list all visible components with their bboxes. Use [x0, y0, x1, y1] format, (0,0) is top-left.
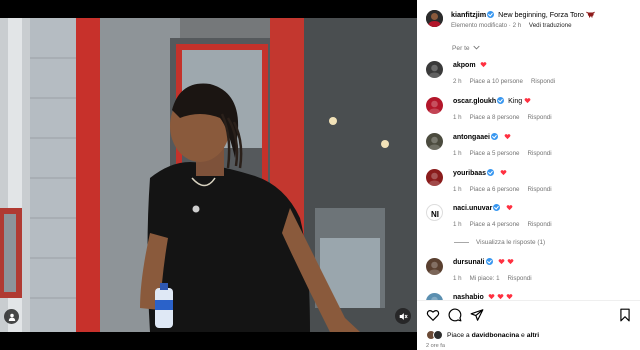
author-avatar[interactable]	[426, 10, 443, 27]
comment-username[interactable]: dursunali	[453, 259, 485, 266]
view-replies-label: Visualizza le risposte (1)	[476, 239, 546, 246]
comment-time: 1 h	[453, 150, 462, 157]
share-icon[interactable]	[470, 308, 484, 322]
commenter-avatar[interactable]	[426, 169, 443, 186]
see-translation-link[interactable]: Vedi traduzione	[529, 22, 572, 29]
commenter-avatar[interactable]: NI	[426, 204, 443, 221]
view-replies-button[interactable]: Visualizza le risposte (1)	[454, 239, 545, 246]
author-username[interactable]: kianfitzjim	[451, 10, 486, 19]
svg-text:NI: NI	[431, 210, 439, 219]
heart-emoji-icon	[500, 169, 507, 180]
likes-summary: Piace a davidbonacina e altri	[426, 330, 539, 340]
heart-emoji-icon	[480, 61, 487, 72]
heart-emoji-icon	[504, 133, 511, 144]
caption-text: New beginning, Forza Toro	[498, 10, 584, 19]
liked-others[interactable]: altri	[527, 332, 539, 339]
comment-sort-dropdown[interactable]: Per te	[452, 45, 481, 52]
bull-emoji-icon	[586, 11, 595, 18]
comment-item: youribaas 1 h Piace a 6 persone Rispondi	[426, 169, 560, 195]
verified-icon	[487, 11, 495, 18]
verified-icon	[497, 97, 505, 104]
bookmark-icon[interactable]	[618, 308, 632, 322]
photo-illustration	[0, 18, 417, 332]
comment-item: oscar.gloukh King 1 h Piace a 8 persone Ris…	[426, 97, 560, 123]
heart-emoji-icon	[506, 204, 513, 215]
heart-icon[interactable]	[426, 308, 440, 322]
comment-username[interactable]: oscar.gloukh	[453, 98, 496, 105]
comment-username[interactable]: naci.unuvar	[453, 205, 492, 212]
post-photo[interactable]	[0, 18, 417, 332]
comment-time: 1 h	[453, 186, 462, 193]
verified-icon	[485, 258, 493, 265]
edited-label: Elemento modificato	[451, 22, 508, 29]
heart-emoji-icon	[524, 97, 531, 108]
comment-time: 1 h	[453, 275, 462, 282]
verified-icon	[493, 204, 501, 211]
comment-username[interactable]: youribaas	[453, 170, 486, 177]
comment-item: antongaaei 1 h Piace a 5 persone Rispondi	[426, 133, 560, 159]
reply-button[interactable]: Rispondi	[528, 186, 552, 193]
comment-username[interactable]: akpom	[453, 62, 476, 69]
verified-icon	[490, 133, 498, 140]
comment-username[interactable]: antongaaei	[453, 134, 490, 141]
comment-item: akpom 2 h Piace a 10 persone Rispondi	[426, 61, 563, 87]
comment-likes[interactable]: Piace a 6 persone	[470, 186, 520, 193]
user-tag-icon[interactable]	[4, 309, 19, 324]
comment-likes[interactable]: Piace a 4 persone	[470, 221, 520, 228]
mute-icon[interactable]	[395, 308, 411, 324]
sort-label: Per te	[452, 45, 470, 52]
reply-button[interactable]: Rispondi	[528, 114, 552, 121]
post-time: 2 h	[512, 22, 522, 29]
comment-likes[interactable]: Mi piace: 1	[470, 275, 500, 282]
commenter-avatar[interactable]	[426, 258, 443, 275]
comment-item: NI naci.unuvar 1 h Piace a 4 persone Rispon…	[426, 204, 560, 230]
action-bar: Piace a davidbonacina e altri 2 ore fa	[417, 300, 640, 350]
reply-button[interactable]: Rispondi	[528, 150, 552, 157]
commenter-avatar[interactable]	[426, 97, 443, 114]
comment-icon[interactable]	[448, 308, 462, 322]
commenter-avatar[interactable]	[426, 61, 443, 78]
comment-likes[interactable]: Piace a 8 persone	[470, 114, 520, 121]
post-age: 2 ore fa	[426, 343, 445, 349]
comment-text: King	[508, 98, 523, 105]
comment-likes[interactable]: Piace a 5 persone	[470, 150, 520, 157]
post-viewer: kianfitzjim New beginning, Forza Toro El…	[0, 0, 640, 350]
comment-likes[interactable]: Piace a 10 persone	[470, 78, 523, 85]
comment-time: 1 h	[453, 114, 462, 121]
liked-prefix: Piace a	[447, 331, 472, 339]
post-caption: kianfitzjim New beginning, Forza Toro El…	[426, 10, 595, 31]
comment-time: 1 h	[453, 221, 462, 228]
comment-item: dursunali 1 h Mi piace: 1 Rispondi	[426, 258, 540, 284]
heart-emoji-icon	[507, 258, 514, 269]
reply-button[interactable]: Rispondi	[531, 78, 555, 85]
commenter-avatar[interactable]	[426, 133, 443, 150]
reply-button[interactable]: Rispondi	[508, 275, 532, 282]
replies-divider	[454, 242, 469, 243]
liked-conj: e	[519, 331, 527, 339]
liked-user[interactable]: davidbonacina	[472, 332, 520, 339]
comment-time: 2 h	[453, 78, 462, 85]
reply-button[interactable]: Rispondi	[528, 221, 552, 228]
liker-avatar	[433, 330, 443, 340]
chevron-down-icon	[473, 45, 481, 50]
comments-panel: kianfitzjim New beginning, Forza Toro El…	[417, 0, 640, 350]
heart-emoji-icon	[498, 258, 505, 269]
verified-icon	[487, 169, 495, 176]
